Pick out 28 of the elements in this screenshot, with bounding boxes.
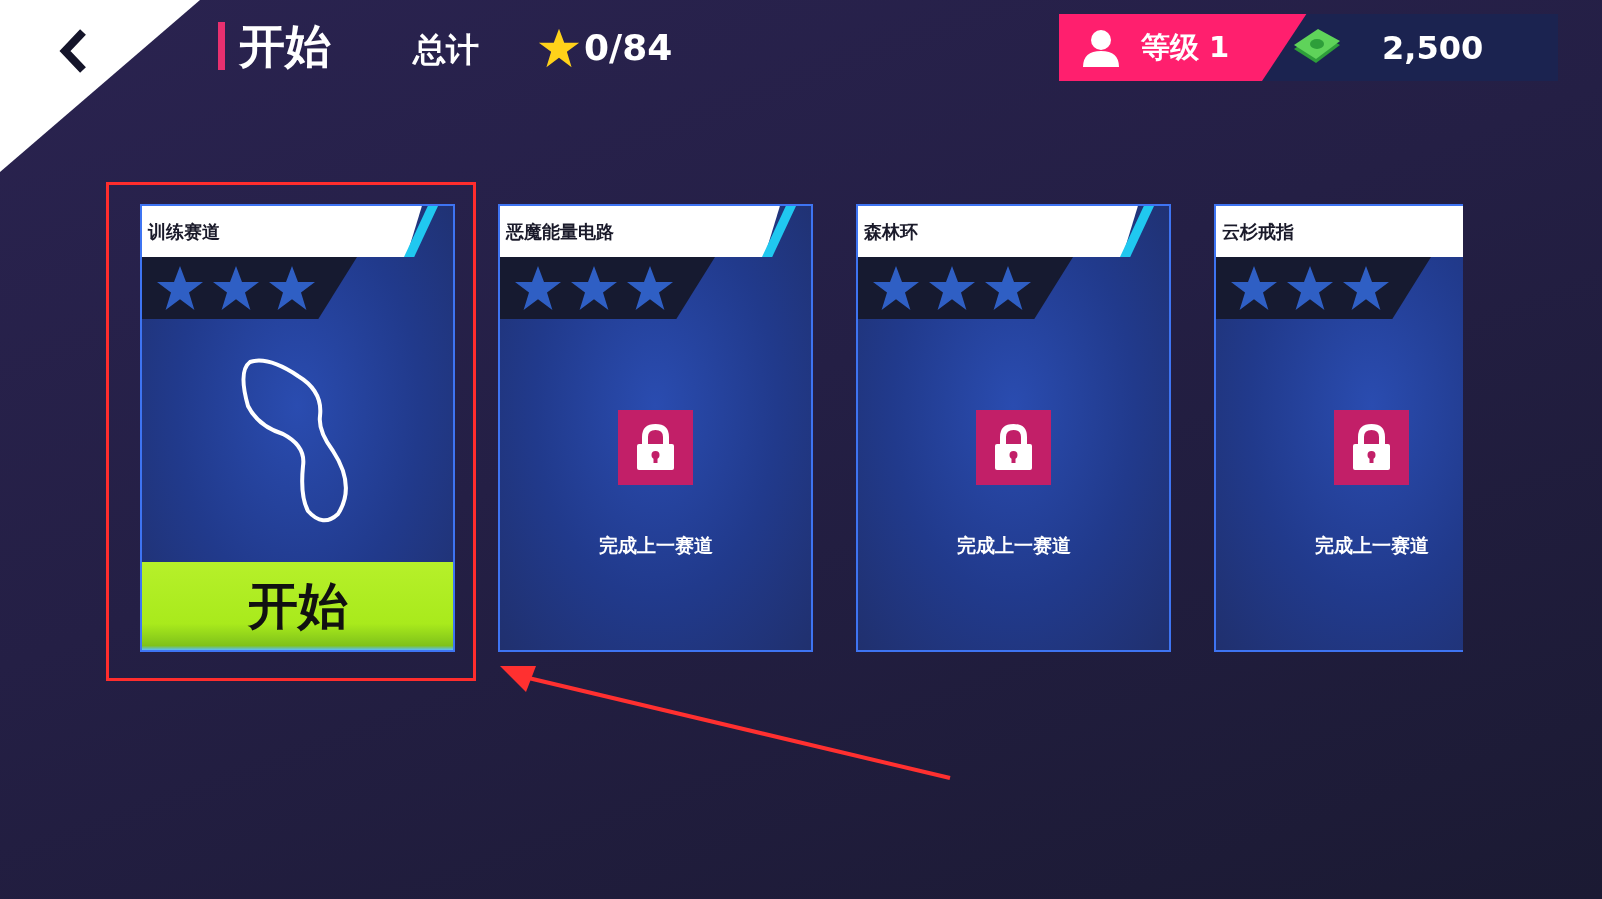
star-icon [514,264,562,312]
lock-hint: 完成上一赛道 [1314,532,1429,558]
star-icon [570,264,618,312]
star-icon [1230,264,1278,312]
level-text: 等级 1 [1141,28,1230,66]
star-icon [212,264,260,312]
star-icon [872,264,920,312]
total-label: 总计 [413,30,479,70]
lock-hint: 完成上一赛道 [598,532,713,558]
star-icon [1342,264,1390,312]
lock-hint: 完成上一赛道 [956,532,1071,558]
star-icon [626,264,674,312]
star-icon [268,264,316,312]
track-title: 云杉戒指 [1216,206,1463,257]
track-card[interactable]: 训练赛道 开始 [140,204,455,652]
star-count: 0/84 [584,26,673,70]
track-card[interactable]: 恶魔能量电路 完成上一赛道 [498,204,813,652]
star-icon [156,264,204,312]
star-icon [1286,264,1334,312]
user-icon [1083,28,1119,67]
start-button[interactable]: 开始 [142,562,453,650]
star-icon [928,264,976,312]
money-amount: 2,500 [1382,27,1484,69]
track-card[interactable]: 云杉戒指 完成上一赛道 [1214,204,1463,652]
track-card[interactable]: 森林环 完成上一赛道 [856,204,1171,652]
page-title: 开始 [239,23,331,69]
title-accent-bar [218,22,225,70]
star-icon [984,264,1032,312]
